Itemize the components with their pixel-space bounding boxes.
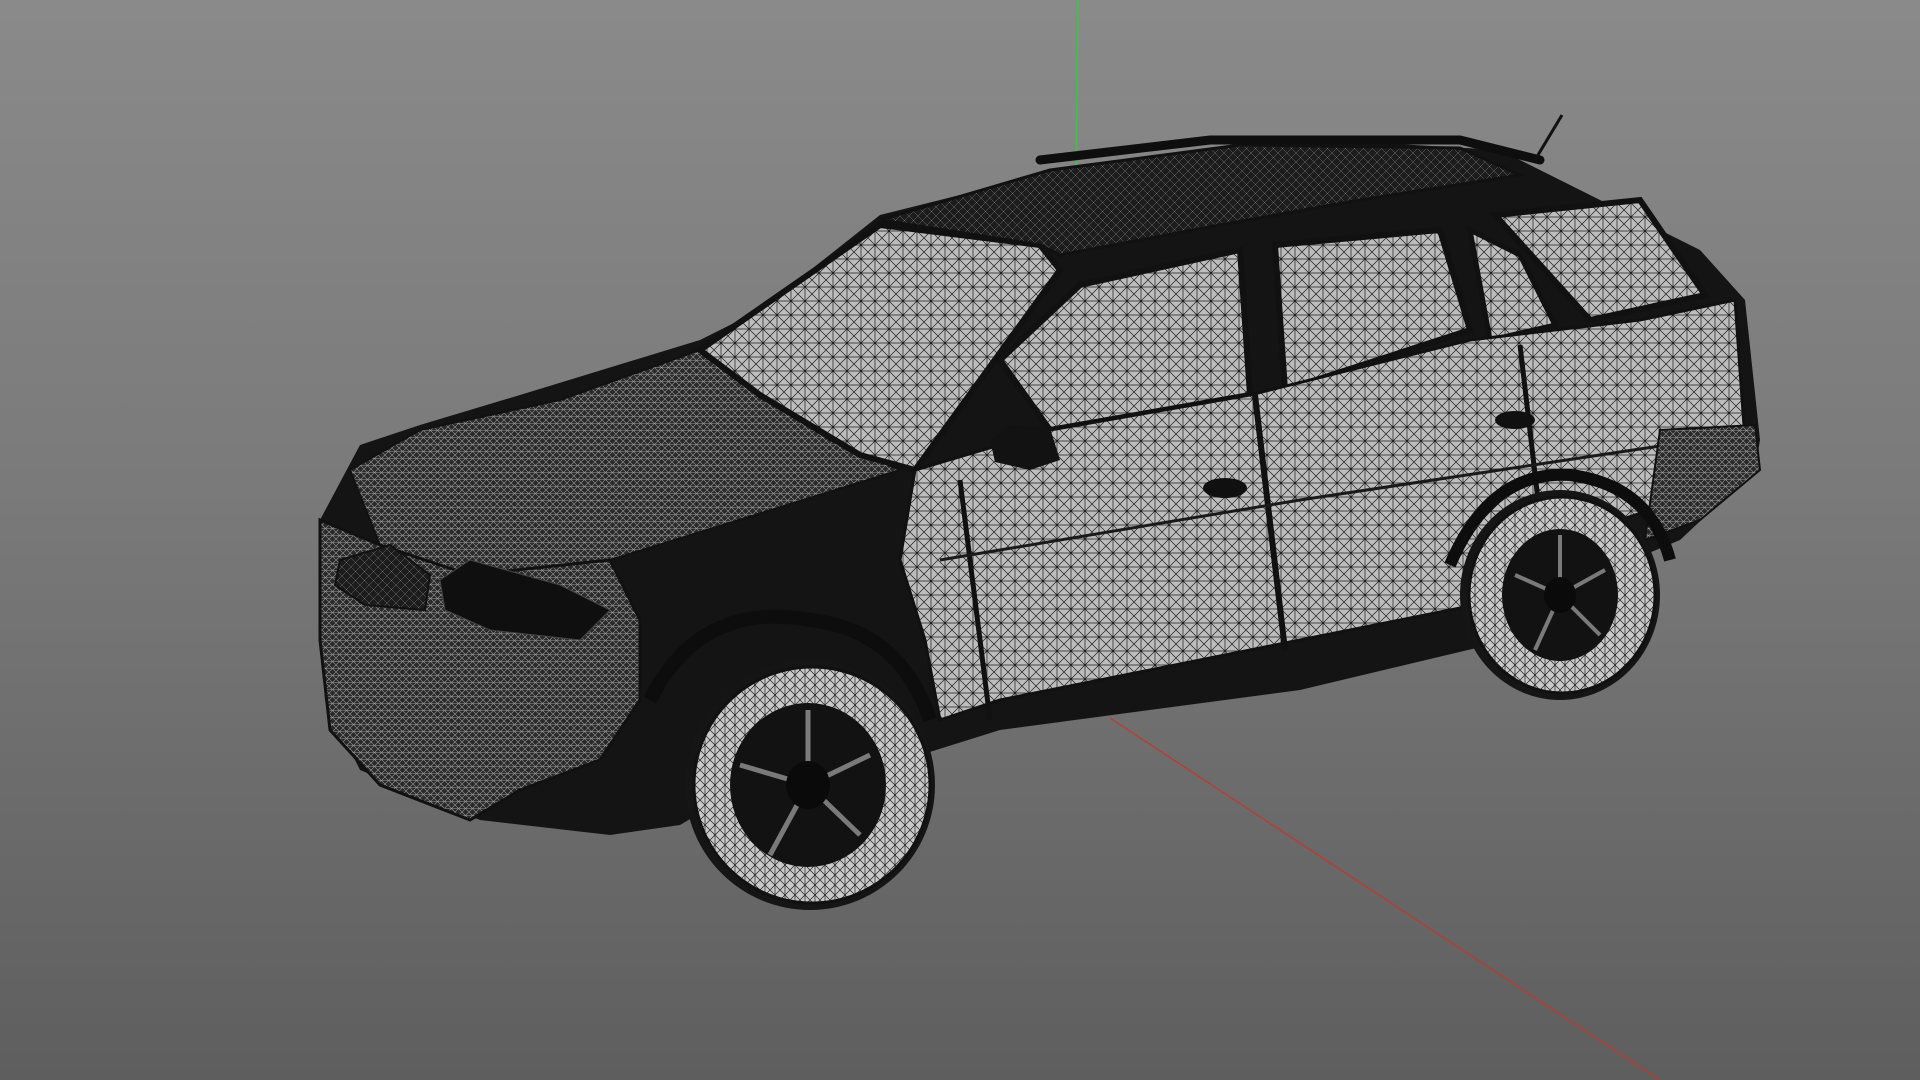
car-door-handle-rear <box>1495 411 1535 429</box>
car-antenna <box>1533 114 1564 161</box>
scene-canvas <box>318 0 1762 1080</box>
car-front-wheel <box>685 660 935 910</box>
x-axis-line <box>1109 717 1661 1080</box>
3d-viewport[interactable] <box>0 0 1920 1080</box>
car-door-handle-front <box>1203 478 1247 498</box>
car-rear-wheel <box>1460 490 1660 700</box>
car-rear-bumper <box>1643 423 1762 542</box>
car-mesh[interactable] <box>318 114 1762 910</box>
